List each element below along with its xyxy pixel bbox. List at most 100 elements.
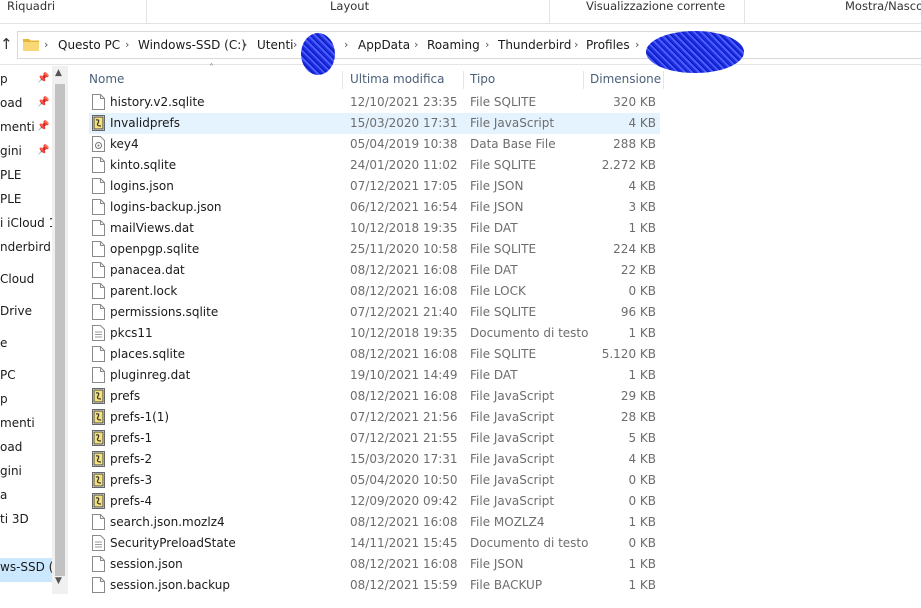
table-row[interactable]: session.json 08/12/2021 16:08 File JSON 1 K… (89, 554, 660, 575)
file-modified: 12/09/2020 09:42 (350, 494, 458, 508)
nav-item[interactable]: gini (0, 144, 22, 158)
breadcrumb-users[interactable]: Utenti (257, 38, 294, 52)
nav-scrollbar-thumb[interactable] (55, 84, 65, 576)
file-modified: 06/12/2021 16:54 (350, 200, 458, 214)
table-row[interactable]: session.json.backup 08/12/2021 15:59 File … (89, 575, 660, 596)
table-row[interactable]: key4 05/04/2019 10:38 Data Base File 288 KB (89, 134, 660, 155)
column-header-name[interactable]: Nome (83, 71, 343, 89)
nav-item[interactable]: gini (0, 464, 22, 478)
file-size: 1 KB (628, 326, 656, 340)
breadcrumb-separator-icon[interactable]: › (574, 38, 578, 51)
table-row[interactable]: mailViews.dat 10/12/2018 19:35 File DAT 1 K… (89, 218, 660, 239)
table-row[interactable]: prefs-4 12/09/2020 09:42 File JavaScript 0 … (89, 491, 660, 512)
nav-item[interactable]: PLE (0, 192, 22, 206)
table-row[interactable]: parent.lock 08/12/2021 16:08 File LOCK 0 KB (89, 281, 660, 302)
table-row[interactable]: search.json.mozlz4 08/12/2021 16:08 File M… (89, 512, 660, 533)
file-type: File JSON (470, 557, 524, 571)
nav-item[interactable]: p (0, 72, 8, 86)
file-size: 4 KB (628, 116, 656, 130)
file-type: File JavaScript (470, 494, 555, 508)
breadcrumb-separator-icon[interactable]: › (44, 38, 48, 51)
breadcrumb-separator-icon[interactable]: › (344, 38, 348, 51)
breadcrumb-thunderbird[interactable]: Thunderbird (498, 38, 571, 52)
scroll-up-arrow-icon[interactable]: ▲ (55, 68, 62, 78)
file-size: 96 KB (620, 305, 656, 319)
file-name: mailViews.dat (110, 221, 194, 235)
file-type: Documento di testo (470, 326, 589, 340)
table-row[interactable]: prefs-3 05/04/2020 10:50 File JavaScript 0 … (89, 470, 660, 491)
nav-item[interactable]: p (0, 392, 8, 406)
file-name: parent.lock (110, 284, 178, 298)
file-name: session.json.backup (110, 578, 230, 592)
nav-item[interactable]: oad (0, 440, 22, 454)
file-size: 0 KB (628, 284, 656, 298)
nav-item[interactable]: ti 3D (0, 512, 29, 526)
table-row[interactable]: panacea.dat 08/12/2021 16:08 File DAT 22 KB (89, 260, 660, 281)
nav-item[interactable]: menti (0, 416, 35, 430)
file-name: prefs-1 (110, 431, 153, 445)
ribbon: Riquadri Layout Visualizzazione corrente… (0, 0, 921, 24)
file-modified: 10/12/2018 19:35 (350, 221, 458, 235)
file-name: pkcs11 (110, 326, 153, 340)
nav-item[interactable]: PC (0, 368, 16, 382)
nav-scrollbar[interactable]: ▲ ▼ (52, 66, 68, 594)
table-row[interactable]: Invalidprefs 15/03/2020 17:31 File JavaScr… (89, 113, 660, 134)
file-type: File BACKUP (470, 578, 543, 592)
table-row[interactable]: prefs-2 15/03/2020 17:31 File JavaScript 4 … (89, 449, 660, 470)
table-row[interactable]: openpgp.sqlite 25/11/2020 10:58 File SQLIT… (89, 239, 660, 260)
file-size: 224 KB (613, 242, 656, 256)
file-name: Invalidprefs (110, 116, 181, 130)
table-row[interactable]: history.v2.sqlite 12/10/2021 23:35 File SQ… (89, 92, 660, 113)
table-row[interactable]: kinto.sqlite 24/01/2020 11:02 File SQLITE 2… (89, 155, 660, 176)
table-row[interactable]: pluginreg.dat 19/10/2021 14:49 File DAT 1 K… (89, 365, 660, 386)
column-header-modified[interactable]: Ultima modifica (344, 71, 464, 89)
file-size: 1 KB (628, 515, 656, 529)
breadcrumb-separator-icon[interactable]: › (125, 38, 129, 51)
file-size: 0 KB (628, 536, 656, 550)
breadcrumb-separator-icon[interactable]: › (485, 38, 489, 51)
nav-item[interactable]: a (0, 488, 7, 502)
table-row[interactable]: logins-backup.json 06/12/2021 16:54 File J… (89, 197, 660, 218)
nav-item[interactable]: Drive (0, 304, 32, 318)
table-row[interactable]: pkcs11 10/12/2018 19:35 Documento di testo… (89, 323, 660, 344)
nav-item[interactable]: oad (0, 96, 22, 110)
nav-item[interactable]: e (0, 336, 7, 350)
table-row[interactable]: prefs-1 07/12/2021 21:55 File JavaScript 5 … (89, 428, 660, 449)
file-name: prefs-2 (110, 452, 153, 466)
nav-item[interactable]: i iCloud 1 (0, 216, 56, 230)
file-modified: 10/12/2018 19:35 (350, 326, 458, 340)
pin-icon: 📌 (37, 97, 50, 108)
column-header-size[interactable]: Dimensione (584, 71, 664, 89)
breadcrumb-separator-icon[interactable]: › (414, 38, 418, 51)
ribbon-group-layout[interactable]: Layout (147, 0, 550, 24)
column-header-type[interactable]: Tipo (464, 71, 584, 89)
file-name: prefs (110, 389, 141, 403)
table-row[interactable]: permissions.sqlite 07/12/2021 21:40 File S… (89, 302, 660, 323)
breadcrumb-appdata[interactable]: AppData (358, 38, 410, 52)
nav-item[interactable]: nderbird (0, 240, 51, 254)
table-row[interactable]: prefs-1(1) 07/12/2021 21:56 File JavaScrip… (89, 407, 660, 428)
nav-item[interactable]: menti (0, 120, 35, 134)
ribbon-group-current-view[interactable]: Visualizzazione corrente (550, 0, 745, 24)
scroll-down-arrow-icon[interactable]: ▼ (55, 576, 62, 586)
breadcrumb-separator-icon[interactable]: › (293, 38, 297, 51)
breadcrumb-separator-icon[interactable]: › (243, 38, 247, 51)
table-row[interactable]: logins.json 07/12/2021 17:05 File JSON 4 KB (89, 176, 660, 197)
file-name: prefs-1(1) (110, 410, 170, 424)
file-name: logins.json (110, 179, 174, 193)
file-name: openpgp.sqlite (110, 242, 200, 256)
breadcrumb-roaming[interactable]: Roaming (427, 38, 480, 52)
breadcrumb-separator-icon[interactable]: › (635, 38, 639, 51)
breadcrumb-drive[interactable]: Windows-SSD (C:) (138, 38, 246, 52)
table-row[interactable]: prefs 08/12/2021 16:08 File JavaScript 29 K… (89, 386, 660, 407)
ribbon-group-panes[interactable]: Riquadri (0, 0, 147, 24)
nav-item[interactable]: Cloud (0, 272, 34, 286)
up-arrow-icon[interactable]: ↑ (0, 35, 13, 53)
ribbon-group-show-hide[interactable]: Mostra/Nascondi (745, 0, 921, 24)
breadcrumb-this-pc[interactable]: Questo PC (58, 38, 120, 52)
nav-item[interactable]: PLE (0, 168, 22, 182)
address-bar[interactable]: › Questo PC › Windows-SSD (C:) › Utenti … (17, 31, 921, 75)
table-row[interactable]: SecurityPreloadState 14/11/2021 15:45 Docu… (89, 533, 660, 554)
breadcrumb-profiles[interactable]: Profiles (586, 38, 630, 52)
table-row[interactable]: places.sqlite 08/12/2021 16:08 File SQLITE… (89, 344, 660, 365)
